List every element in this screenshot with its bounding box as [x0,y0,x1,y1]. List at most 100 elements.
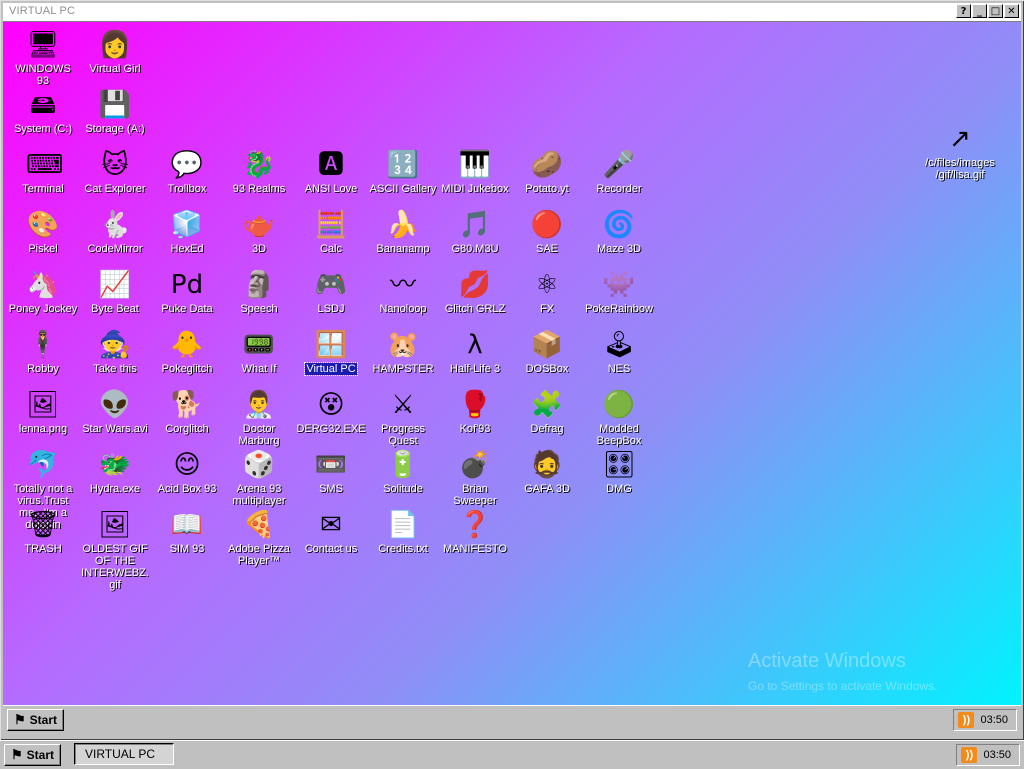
desktop-icon-contact-us[interactable]: ✉ Contact us [295,508,367,555]
desktop-icon-recorder[interactable]: 🎤 Recorder [583,148,655,195]
desktop-icon-label: Byte Beat [91,303,139,315]
desktop-icon-potato-yt[interactable]: 🥔 Potato.yt [511,148,583,195]
desktop-icon-glitch-grlz[interactable]: 💋 Glitch GRLZ [439,268,511,315]
desktop-icon-solitude[interactable]: 🔋 Solitude [367,448,439,495]
desktop-icon-label: FX [539,303,555,315]
desktop-icon-piskel[interactable]: 🎨 Piskel [7,208,79,255]
desktop-icon-ansi-love[interactable]: 🅰 ANSI Love [295,148,367,195]
desktop-icon-sms[interactable]: 📼 SMS [295,448,367,495]
desktop-icon-speech[interactable]: 🗿 Speech [223,268,295,315]
desktop-icon-label: Half-Life 3 [449,363,501,375]
doctor-marburg-icon: 👨‍⚕ [242,390,276,420]
desktop-icon-virtual-pc[interactable]: 🪟 Virtual PC [295,328,367,376]
desktop-icon-label: Corglitch [165,423,209,435]
desktop-icon-nanoloop[interactable]: 〰 Nanoloop [367,268,439,315]
desktop-icon-label: Speech [240,303,278,315]
desktop-icon-corglitch[interactable]: 🐕 Corglitch [151,388,223,435]
desktop-icon-label: lenna.png [18,423,68,435]
desktop-icon-ascii-gallery[interactable]: 🔢 ASCII Gallery [367,148,439,195]
desktop-icon-modded-beepbox[interactable]: 🟢 Modded BeepBox [583,388,655,447]
desktop-icon-terminal[interactable]: ⌨ Terminal [7,148,79,195]
desktop-icon-progress-quest[interactable]: ⚔ Progress Quest [367,388,439,447]
desktop-icon-oldest-gif[interactable]: 🖼 OLDEST GIF OF THE INTERWEBZ.gif [79,508,151,591]
desktop-icon-codemirror[interactable]: 🐇 CodeMirror [79,208,151,255]
desktop-icon-hydra-exe[interactable]: 🐲 Hydra.exe [79,448,151,495]
outer-start-button[interactable]: ⚑ Start [4,744,61,766]
desktop-icon-kof93[interactable]: 🥊 Kof'93 [439,388,511,435]
desktop-icon-lisa-gif[interactable]: ↗ /c/files/images/gif/lisa.gif [924,122,996,181]
desktop-icon-fx[interactable]: ⚛ FX [511,268,583,315]
desktop-icon-poney-jockey[interactable]: 🦄 Poney Jockey [7,268,79,315]
desktop-icon-label: Trollbox [167,183,207,195]
desktop-icon-label: ANSI Love [304,183,358,195]
desktop-icon-93-realms[interactable]: 🐉 93 Realms [223,148,295,195]
desktop-icon-lenna-png[interactable]: 🖼 lenna.png [7,388,79,435]
taskbar-item-virtual-pc[interactable]: VIRTUAL PC [74,743,174,765]
desktop-icon-byte-beat[interactable]: 📈 Byte Beat [79,268,151,315]
windows-flag-icon: ⚑ [14,712,26,727]
desktop-icon-trollbox[interactable]: 💬 Trollbox [151,148,223,195]
help-button[interactable]: ? [956,4,971,18]
progress-quest-icon: ⚔ [391,390,415,420]
desktop-icon-g80-m3u[interactable]: 🎵 G80.M3U [439,208,511,255]
outer-system-tray: )) 03:50 [956,744,1020,766]
desktop-icon-sae[interactable]: 🔴 SAE [511,208,583,255]
desktop-icon-dmg[interactable]: 🎛 DMG [583,448,655,495]
desktop-icon-arena-93[interactable]: 🎲 Arena 93 multiplayer [223,448,295,507]
desktop-icon-lsdj[interactable]: 🎮 LSDJ [295,268,367,315]
desktop-icon-gafa-3d[interactable]: 🧔 GAFA 3D [511,448,583,495]
desktop-icon-take-this[interactable]: 🧙 Take this [79,328,151,375]
desktop-icon-cat-explorer[interactable]: 🐱 Cat Explorer [79,148,151,195]
desktop-icon-puke-data[interactable]: Pd Puke Data [151,268,223,315]
contact-us-icon: ✉ [320,510,342,540]
desktop-icon-calc[interactable]: 🧮 Calc [295,208,367,255]
desktop-icon-adobe-pizza-player[interactable]: 🍕 Adobe Pizza Player™ [223,508,295,567]
desktop-icon-nes[interactable]: 🕹 NES [583,328,655,375]
desktop-icon-storage-a[interactable]: 💾 Storage (A:) [79,88,151,135]
virtual-pc-window: VIRTUAL PC ? _ □ ✕ Activate Windows Go t… [0,0,1024,740]
desktop-icon-3d[interactable]: 🫖 3D [223,208,295,255]
desktop-icon-trash[interactable]: 🗑 TRASH [7,508,79,555]
desktop-icon-hexed[interactable]: 🧊 HexEd [151,208,223,255]
inner-start-button[interactable]: ⚑ Start [7,709,64,731]
window-titlebar[interactable]: VIRTUAL PC ? _ □ ✕ [3,3,1021,22]
desktop-icon-system-c[interactable]: 🖴 System (C:) [7,88,79,135]
desktop-icon-label: Recorder [596,183,642,195]
desktop-icon-dosbox[interactable]: 📦 DOSBox [511,328,583,375]
desktop-area[interactable]: Activate Windows Go to Settings to activ… [3,22,1021,705]
potato-yt-icon: 🥔 [530,150,564,180]
close-button[interactable]: ✕ [1004,4,1019,18]
desktop-icon-hampster[interactable]: 🐹 HAMPSTER [367,328,439,375]
oldest-gif-icon: 🖼 [98,510,132,540]
desktop-icon-brian-sweeper[interactable]: 💣 Brian Sweeper [439,448,511,507]
desktop-icon-acid-box-93[interactable]: 😊 Acid Box 93 [151,448,223,495]
dmg-icon: 🎛 [602,450,636,480]
desktop-icon-what-if[interactable]: 📟 What If [223,328,295,375]
midi-jukebox-icon: 🎹 [458,150,492,180]
desktop-icon-bananamp[interactable]: 🍌 Bananamp [367,208,439,255]
terminal-icon: ⌨ [26,150,64,180]
desktop-icon-doctor-marburg[interactable]: 👨‍⚕ Doctor Marburg [223,388,295,447]
desktop-icon-midi-jukebox[interactable]: 🎹 MIDI Jukebox [439,148,511,195]
desktop-icon-pokeglitch[interactable]: 🐥 Pokeglitch [151,328,223,375]
desktop-icon-manifesto[interactable]: ❓ MANIFESTO [439,508,511,555]
desktop-icon-label: SMS [319,483,343,495]
desktop-icon-half-life-3[interactable]: λ Half-Life 3 [439,328,511,375]
desktop-icon-sim93[interactable]: 📖 SIM 93 [151,508,223,555]
rss-icon[interactable]: )) [958,712,975,728]
desktop-icon-star-wars-avi[interactable]: 👽 Star Wars.avi [79,388,151,435]
desktop-icon-maze-3d[interactable]: 🌀 Maze 3D [583,208,655,255]
rss-icon[interactable]: )) [961,747,978,763]
desktop-icon-label: Maze 3D [596,243,642,255]
desktop-icon-defrag[interactable]: 🧩 Defrag [511,388,583,435]
maximize-button[interactable]: □ [988,4,1003,18]
window-title: VIRTUAL PC [9,5,76,17]
desktop-icon-windows-93[interactable]: 🖥 WINDOWS 93 [7,28,79,87]
minimize-button[interactable]: _ [972,4,987,18]
desktop-icon-label: Puke Data [161,303,213,315]
desktop-icon-credits-txt[interactable]: 📄 Credits.txt [367,508,439,555]
desktop-icon-derg32-exe[interactable]: 😵 DERG32.EXE [295,388,367,435]
desktop-icon-robby[interactable]: 🕴 Robby [7,328,79,375]
desktop-icon-pokerainbow[interactable]: 👾 PokeRainbow [583,268,655,315]
desktop-icon-virtual-girl[interactable]: 👩 Virtual Girl [79,28,151,75]
